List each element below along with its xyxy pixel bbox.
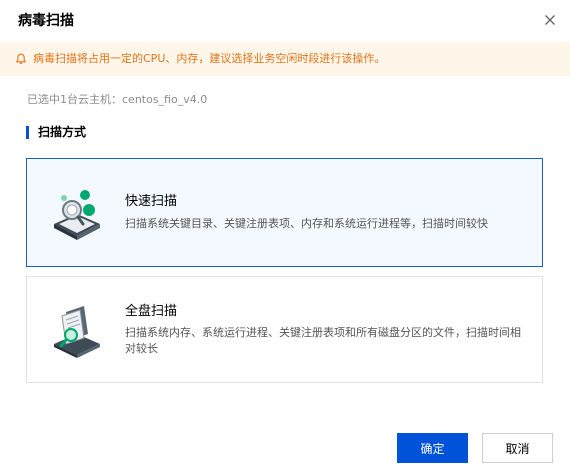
dialog-header: 病毒扫描 [0,0,570,40]
scan-option-title: 全盘扫描 [125,304,178,319]
warning-alert: 病毒扫描将占用一定的CPU、内存，建议选择业务空闲时段进行该操作。 [0,42,570,76]
scan-option-description: 扫描系统关键目录、关键注册表项、内存和系统运行进程等，扫描时间较快 [125,217,488,230]
section-accent-bar [26,125,29,139]
section-title: 扫描方式 [38,125,87,139]
close-icon[interactable] [542,12,558,28]
scan-option-title: 快速扫描 [125,194,178,209]
scan-option-quick[interactable]: 快速扫描 扫描系统关键目录、关键注册表项、内存和系统运行进程等，扫描时间较快 [26,158,543,267]
selected-host-text: 已选中1台云主机：centos_fio_v4.0 [27,93,208,106]
scan-option-full[interactable]: 全盘扫描 扫描系统内存、系统运行进程、关键注册表项和所有磁盘分区的文件，扫描时间… [26,276,543,383]
section-header: 扫描方式 [26,124,86,140]
full-scan-icon [54,306,100,358]
dialog-title: 病毒扫描 [18,13,74,29]
scan-option-description: 扫描系统内存、系统运行进程、关键注册表项和所有磁盘分区的文件，扫描时间相对较长 [125,326,521,355]
quick-scan-icon [54,190,100,240]
virus-scan-dialog: 病毒扫描 病毒扫描将占用一定的CPU、内存，建议选择业务空闲时段进行该操作。 已… [0,0,570,476]
cancel-button[interactable]: 取消 [482,433,553,463]
confirm-button[interactable]: 确定 [397,433,468,463]
bell-icon [15,53,27,64]
warning-text: 病毒扫描将占用一定的CPU、内存，建议选择业务空闲时段进行该操作。 [33,52,386,65]
